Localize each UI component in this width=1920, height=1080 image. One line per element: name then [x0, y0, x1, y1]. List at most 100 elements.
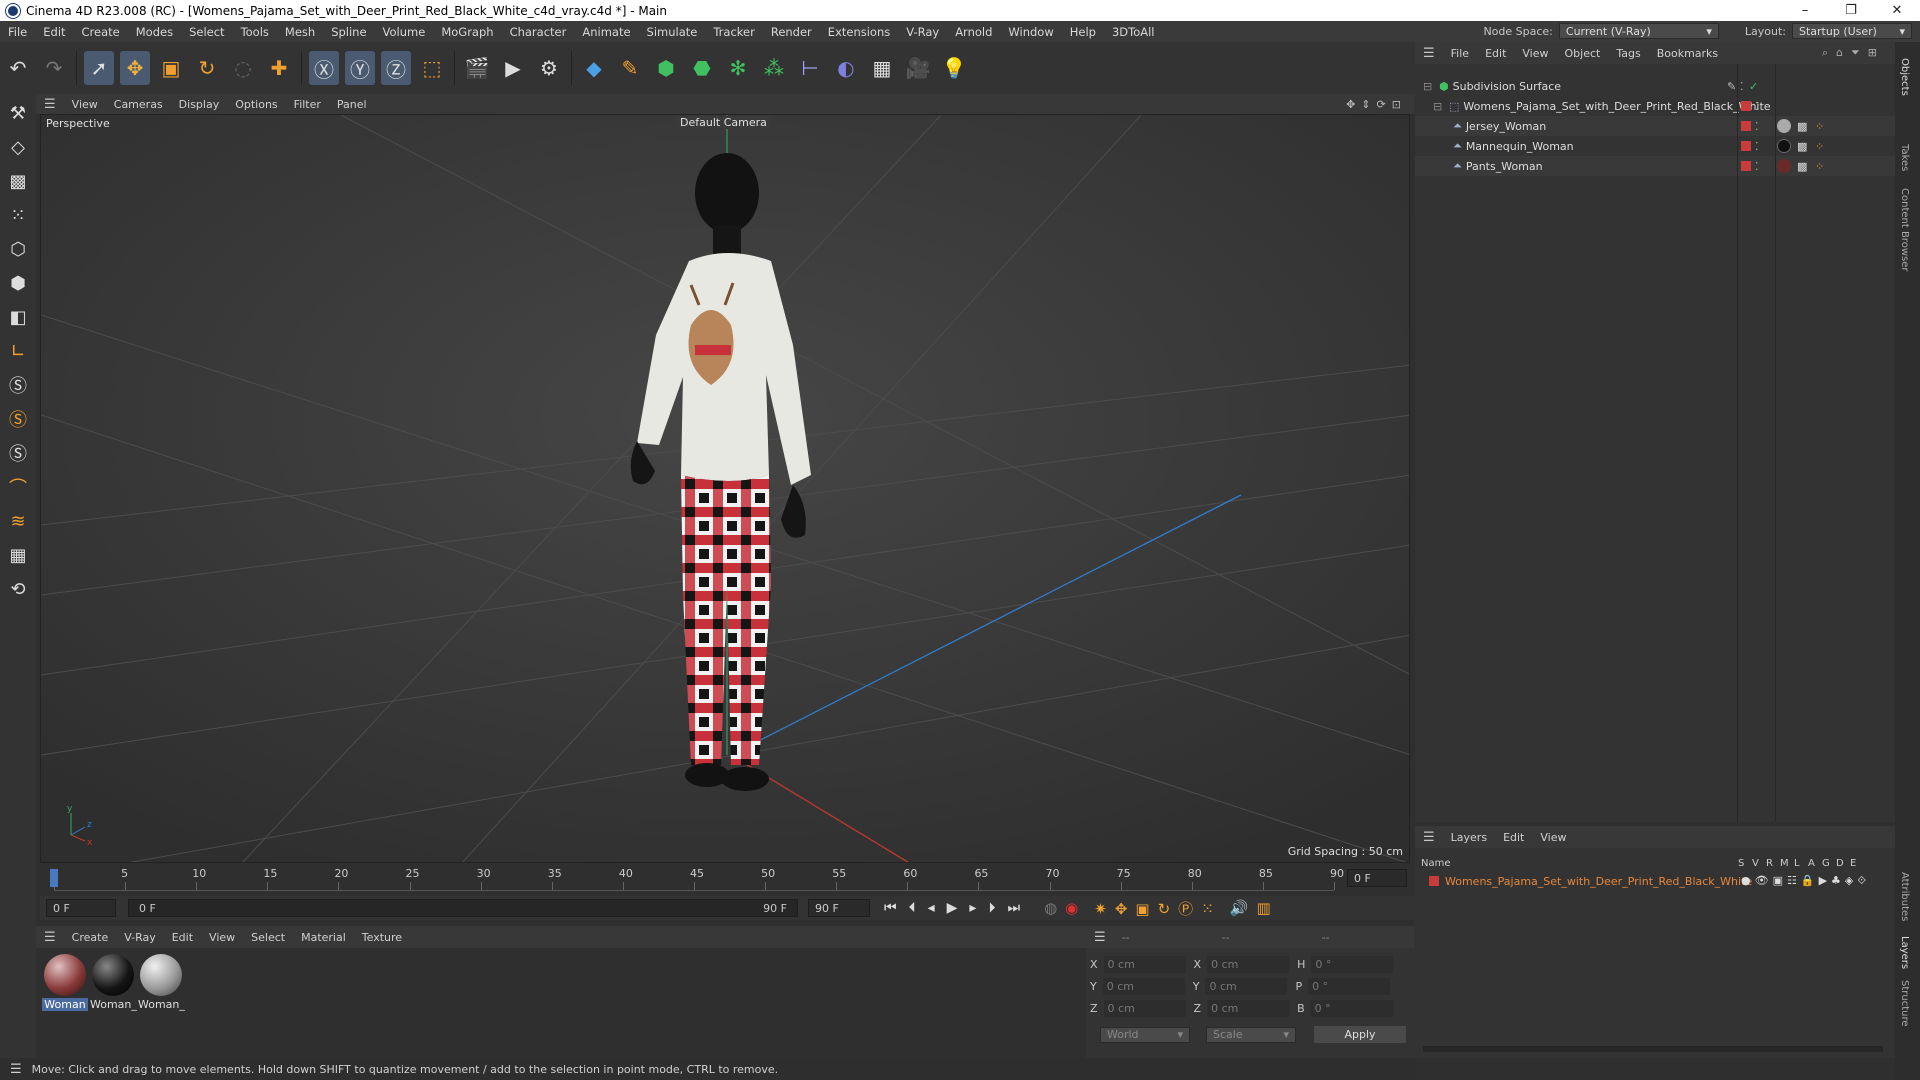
material-menu-texture[interactable]: Texture — [354, 931, 410, 944]
next-frame-icon[interactable]: ▸ — [969, 900, 988, 916]
menu-mograph[interactable]: MoGraph — [433, 25, 501, 39]
play-icon[interactable]: ▶ — [947, 900, 970, 916]
menu-modes[interactable]: Modes — [128, 25, 181, 39]
sound-icon[interactable]: 🔊 — [1230, 899, 1257, 917]
menu-help[interactable]: Help — [1062, 25, 1104, 39]
object-menu-view[interactable]: View — [1514, 47, 1556, 60]
menu-character[interactable]: Character — [502, 25, 575, 39]
record-disabled-icon[interactable]: ◍ — [1044, 899, 1065, 917]
live-select-icon[interactable]: ◌ — [228, 51, 258, 85]
apply-button[interactable]: Apply — [1314, 1026, 1406, 1043]
model-mode-icon[interactable]: ◇ — [3, 132, 33, 162]
redo-icon[interactable]: ↷ — [39, 51, 69, 85]
tab-attributes[interactable]: Attributes — [1899, 872, 1910, 921]
prev-frame-icon[interactable]: ◂ — [928, 900, 947, 916]
size-y-field[interactable]: 0 cm — [1205, 978, 1288, 995]
magnet-icon[interactable]: ⌒ — [3, 472, 33, 502]
object-menu-file[interactable]: File — [1443, 47, 1477, 60]
material-menu-create[interactable]: Create — [64, 931, 117, 944]
workplane-snap-icon[interactable]: Ⓢ — [3, 438, 33, 468]
timeline-ruler[interactable]: 051015202530354045505560657075808590 0 F — [40, 863, 1415, 896]
uvw-tag-icon[interactable]: ▩ — [1797, 120, 1807, 133]
object-row-pants[interactable]: ⏶ Pants_Woman ⁚ ▩ ⁘ — [1415, 156, 1895, 176]
layer-menu-view[interactable]: View — [1532, 831, 1574, 844]
hamburger-icon[interactable]: ☰ — [0, 1062, 32, 1077]
menu-create[interactable]: Create — [74, 25, 128, 39]
viewport-menu-view[interactable]: View — [64, 98, 106, 111]
key-param-icon[interactable]: Ⓟ — [1178, 900, 1201, 918]
object-menu-edit[interactable]: Edit — [1477, 47, 1514, 60]
material-tag-icon[interactable] — [1777, 139, 1791, 153]
material-menu-vray[interactable]: V-Ray — [116, 931, 164, 944]
filter-icon[interactable]: ⏷ — [1851, 46, 1868, 59]
cube-icon[interactable]: ◆ — [579, 51, 609, 85]
menu-spline[interactable]: Spline — [323, 25, 374, 39]
new-window-icon[interactable]: ⊞ — [1868, 46, 1885, 59]
close-button[interactable]: ✕ — [1874, 0, 1920, 21]
cloner-icon[interactable]: ✻ — [723, 51, 753, 85]
field-icon[interactable]: ◐ — [831, 51, 861, 85]
menu-arnold[interactable]: Arnold — [947, 25, 1000, 39]
menu-mesh[interactable]: Mesh — [277, 25, 323, 39]
layer-color-icon[interactable] — [1741, 101, 1751, 111]
move-tool-icon[interactable]: ✥ — [120, 51, 150, 85]
menu-select[interactable]: Select — [181, 25, 232, 39]
material-tag-icon[interactable] — [1777, 119, 1791, 133]
lock-icon[interactable]: 🔒 — [1801, 874, 1819, 887]
position-y-field[interactable]: 0 cm — [1102, 978, 1185, 995]
render-settings-icon[interactable]: ⚙ — [534, 51, 564, 85]
camera-label[interactable]: Default Camera — [677, 116, 770, 129]
menu-file[interactable]: File — [0, 25, 35, 39]
hamburger-icon[interactable]: ☰ — [1415, 830, 1443, 845]
rotation-p-field[interactable]: 0 ° — [1308, 978, 1391, 995]
z-axis-icon[interactable]: Ⓩ — [381, 51, 411, 85]
viewport-menu-filter[interactable]: Filter — [286, 98, 329, 111]
viewport-menu-cameras[interactable]: Cameras — [106, 98, 171, 111]
object-menu-object[interactable]: Object — [1557, 47, 1609, 60]
render-region-icon[interactable]: 🎬 — [462, 51, 492, 85]
points-mode-icon[interactable]: ⁙ — [3, 200, 33, 230]
node-space-dropdown[interactable]: Current (V-Ray) ▾ — [1558, 23, 1719, 39]
viewport-menu-display[interactable]: Display — [171, 98, 228, 111]
coordinate-system-icon[interactable]: ⬚ — [417, 51, 447, 85]
material-menu-material[interactable]: Material — [293, 931, 354, 944]
mograph-icon[interactable]: ⁂ — [759, 51, 789, 85]
timeline-playhead[interactable] — [50, 869, 58, 887]
subdivision-icon[interactable]: ⬢ — [651, 51, 681, 85]
pen-spline-icon[interactable]: ✎ — [615, 51, 645, 85]
floor-icon[interactable]: ▦ — [867, 51, 897, 85]
render-view-icon[interactable]: ▶ — [498, 51, 528, 85]
menu-tracker[interactable]: Tracker — [705, 25, 763, 39]
menu-simulate[interactable]: Simulate — [639, 25, 706, 39]
menu-volume[interactable]: Volume — [375, 25, 434, 39]
object-row-jersey[interactable]: ⏶ Jersey_Woman ⁚ ▩ ⁘ — [1415, 116, 1895, 136]
go-to-start-icon[interactable]: ⏮ — [884, 900, 909, 916]
hamburger-icon[interactable]: ☰ — [1086, 930, 1114, 945]
vertex-map-tag-icon[interactable]: ⁘ — [1815, 120, 1824, 133]
extrude-icon[interactable]: ⬣ — [687, 51, 717, 85]
material-swatch[interactable]: Woman — [42, 954, 88, 1011]
size-x-field[interactable]: 0 cm — [1207, 956, 1290, 973]
object-menu-tags[interactable]: Tags — [1608, 47, 1648, 60]
coordinate-mode-dropdown[interactable]: Scale ▾ — [1206, 1026, 1296, 1043]
menu-animate[interactable]: Animate — [574, 25, 638, 39]
light-icon[interactable]: 💡 — [939, 51, 969, 85]
autokey-icon[interactable]: ◉ — [1065, 899, 1086, 917]
menu-render[interactable]: Render — [763, 25, 820, 39]
scale-tool-icon[interactable]: ▣ — [156, 51, 186, 85]
vertex-map-tag-icon[interactable]: ⁘ — [1815, 160, 1824, 173]
enabled-check-icon[interactable]: ✓ — [1749, 80, 1758, 93]
minimize-button[interactable]: – — [1782, 0, 1828, 21]
layer-color-icon[interactable] — [1741, 161, 1751, 171]
camera-icon[interactable]: 🎥 — [903, 51, 933, 85]
axis-mode-icon[interactable]: ∟ — [3, 336, 33, 366]
deformers-icon[interactable]: ◈ — [1845, 874, 1857, 887]
menu-extensions[interactable]: Extensions — [820, 25, 898, 39]
vertex-map-tag-icon[interactable]: ⁘ — [1815, 140, 1824, 153]
material-menu-edit[interactable]: Edit — [164, 931, 201, 944]
snap-settings-icon[interactable]: Ⓢ — [3, 404, 33, 434]
next-key-icon[interactable]: ⏵ — [988, 900, 1007, 916]
menu-window[interactable]: Window — [1000, 25, 1061, 39]
menu-tools[interactable]: Tools — [233, 25, 277, 39]
uvw-tag-icon[interactable]: ▩ — [1797, 140, 1807, 153]
